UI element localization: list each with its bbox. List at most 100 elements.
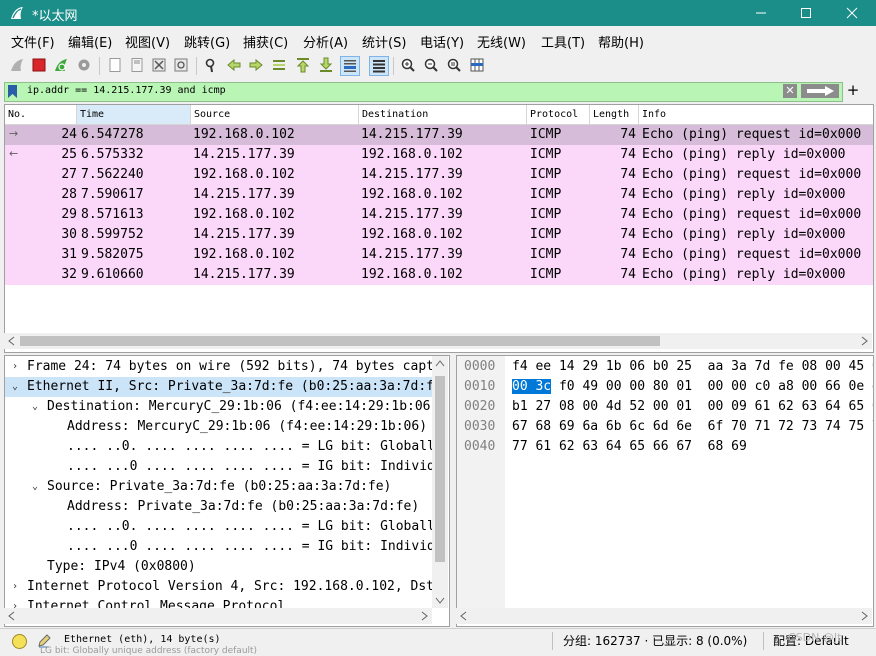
expert-info-icon[interactable] bbox=[12, 634, 27, 649]
detail-tree-item[interactable]: .... ..0. .... .... .... .... = LG bit: … bbox=[5, 517, 433, 537]
chevron-down-icon[interactable]: ⌄ bbox=[10, 377, 20, 397]
go-forward-button[interactable] bbox=[247, 56, 265, 74]
packet-row[interactable]: 32 9.610660 14.215.177.39 192.168.0.102 ICMP… bbox=[5, 265, 873, 285]
detail-tree-item[interactable]: Address: MercuryC_29:1b:06 (f4:ee:14:29:… bbox=[5, 417, 433, 437]
stop-capture-button[interactable] bbox=[30, 56, 48, 74]
display-filter-input[interactable]: ip.addr == 14.215.177.39 and icmp bbox=[27, 85, 226, 96]
detail-tree-item[interactable]: Type: IPv4 (0x0800) bbox=[5, 557, 433, 577]
add-filter-button[interactable]: + bbox=[846, 82, 860, 100]
resize-columns-button[interactable] bbox=[468, 56, 486, 74]
hex-bytes: 00 3c f0 49 00 00 80 01 00 00 c0 a8 00 6… bbox=[512, 377, 873, 397]
menu-telephony[interactable]: 电话(Y) bbox=[420, 32, 464, 51]
scroll-right-icon bbox=[421, 611, 428, 621]
packet-no: 32 bbox=[61, 267, 77, 282]
scrollbar-thumb[interactable] bbox=[20, 336, 660, 346]
detail-tree-item[interactable]: › Internet Protocol Version 4, Src: 192.1… bbox=[5, 577, 433, 597]
zoom-in-button[interactable] bbox=[399, 56, 417, 74]
packet-time: 7.562240 bbox=[81, 167, 144, 182]
packet-length: 74 bbox=[620, 187, 636, 202]
zoom-out-button[interactable] bbox=[422, 56, 440, 74]
colorize-button[interactable] bbox=[369, 56, 389, 76]
scrollbar-thumb[interactable] bbox=[435, 376, 445, 562]
menu-go[interactable]: 跳转(G) bbox=[184, 32, 230, 51]
detail-tree-item[interactable]: › Frame 24: 74 bytes on wire (592 bits), … bbox=[5, 357, 433, 377]
go-to-packet-button[interactable] bbox=[270, 56, 288, 74]
packet-row[interactable]: 24 6.547278 192.168.0.102 14.215.177.39 ICMP… bbox=[5, 125, 873, 145]
packet-length: 74 bbox=[620, 247, 636, 262]
reload-file-button[interactable] bbox=[172, 56, 190, 74]
detail-text: .... ...0 .... .... .... .... = IG bit: … bbox=[67, 539, 433, 554]
column-header-info[interactable]: Info bbox=[639, 105, 873, 124]
detail-text: .... ..0. .... .... .... .... = LG bit: … bbox=[67, 439, 433, 454]
save-file-button[interactable] bbox=[128, 56, 146, 74]
menu-file[interactable]: 文件(F) bbox=[11, 32, 55, 51]
packet-source: 192.168.0.102 bbox=[193, 127, 295, 142]
column-header-destination[interactable]: Destination bbox=[359, 105, 527, 124]
menu-tools[interactable]: 工具(T) bbox=[541, 32, 585, 51]
details-hscrollbar[interactable] bbox=[4, 608, 432, 624]
menu-statistics[interactable]: 统计(S) bbox=[362, 32, 406, 51]
menu-help[interactable]: 帮助(H) bbox=[598, 32, 644, 51]
first-packet-icon bbox=[296, 58, 310, 73]
chevron-right-icon[interactable]: › bbox=[10, 577, 20, 597]
filter-bookmark-icon[interactable] bbox=[8, 85, 17, 98]
go-back-button[interactable] bbox=[225, 56, 243, 74]
packet-row[interactable]: 31 9.582075 192.168.0.102 14.215.177.39 ICMP… bbox=[5, 245, 873, 265]
menu-analyze[interactable]: 分析(A) bbox=[303, 32, 348, 51]
close-file-button[interactable] bbox=[150, 56, 168, 74]
chevron-right-icon[interactable]: › bbox=[10, 357, 20, 377]
restart-capture-button[interactable] bbox=[52, 56, 70, 74]
close-button[interactable] bbox=[829, 0, 875, 26]
packet-list-hscrollbar[interactable] bbox=[4, 333, 872, 349]
start-capture-button[interactable] bbox=[8, 56, 26, 74]
chevron-down-icon[interactable]: ⌄ bbox=[30, 397, 40, 417]
packet-row[interactable]: 27 7.562240 192.168.0.102 14.215.177.39 ICMP… bbox=[5, 165, 873, 185]
column-header-source[interactable]: Source bbox=[191, 105, 359, 124]
bytes-hscrollbar[interactable] bbox=[456, 608, 872, 624]
detail-tree-item[interactable]: ⌄ Source: Private_3a:7d:fe (b0:25:aa:3a:7… bbox=[5, 477, 433, 497]
maximize-button[interactable] bbox=[783, 0, 829, 26]
find-packet-button[interactable] bbox=[202, 56, 220, 74]
packet-source: 192.168.0.102 bbox=[193, 207, 295, 222]
menu-edit[interactable]: 编辑(E) bbox=[68, 32, 112, 51]
detail-tree-item[interactable]: .... ...0 .... .... .... .... = IG bit: … bbox=[5, 457, 433, 477]
zoom-normal-button[interactable] bbox=[445, 56, 463, 74]
chevron-down-icon[interactable]: ⌄ bbox=[30, 477, 40, 497]
packet-info: Echo (ping) reply id=0x000 bbox=[642, 187, 846, 202]
detail-tree-item[interactable]: Address: Private_3a:7d:fe (b0:25:aa:3a:7… bbox=[5, 497, 433, 517]
packet-row[interactable]: 28 7.590617 14.215.177.39 192.168.0.102 ICMP… bbox=[5, 185, 873, 205]
capture-options-button[interactable] bbox=[75, 56, 93, 74]
packet-row[interactable]: 30 8.599752 14.215.177.39 192.168.0.102 ICMP… bbox=[5, 225, 873, 245]
column-header-no[interactable]: No. bbox=[5, 105, 77, 124]
go-forward-icon bbox=[249, 58, 263, 72]
apply-filter-button[interactable] bbox=[801, 84, 839, 98]
column-header-time[interactable]: Time bbox=[77, 105, 191, 124]
close-file-icon bbox=[152, 58, 166, 72]
clear-filter-button[interactable]: ✕ bbox=[783, 84, 797, 98]
open-file-button[interactable] bbox=[106, 56, 124, 74]
details-vscrollbar[interactable] bbox=[432, 356, 448, 608]
minimize-icon bbox=[756, 12, 766, 14]
detail-tree-item[interactable]: ⌄ Ethernet II, Src: Private_3a:7d:fe (b0:… bbox=[5, 377, 433, 397]
column-header-protocol[interactable]: Protocol bbox=[527, 105, 590, 124]
menu-capture[interactable]: 捕获(C) bbox=[243, 32, 288, 51]
packet-length: 74 bbox=[620, 207, 636, 222]
packet-no: 27 bbox=[61, 167, 77, 182]
detail-tree-item[interactable]: ⌄ Destination: MercuryC_29:1b:06 (f4:ee:1… bbox=[5, 397, 433, 417]
detail-text: Source: Private_3a:7d:fe (b0:25:aa:3a:7d… bbox=[47, 479, 392, 494]
packet-no: 25 bbox=[61, 147, 77, 162]
packet-source: 14.215.177.39 bbox=[193, 187, 295, 202]
last-packet-button[interactable] bbox=[317, 56, 335, 74]
minimize-button[interactable] bbox=[738, 0, 784, 26]
column-header-length[interactable]: Length bbox=[590, 105, 639, 124]
packet-row[interactable]: 29 8.571613 192.168.0.102 14.215.177.39 ICMP… bbox=[5, 205, 873, 225]
packet-row[interactable]: 25 6.575332 14.215.177.39 192.168.0.102 ICMP… bbox=[5, 145, 873, 165]
packet-length: 74 bbox=[620, 127, 636, 142]
detail-tree-item[interactable]: .... ...0 .... .... .... .... = IG bit: … bbox=[5, 537, 433, 557]
detail-tree-item[interactable]: .... ..0. .... .... .... .... = LG bit: … bbox=[5, 437, 433, 457]
menu-view[interactable]: 视图(V) bbox=[125, 32, 170, 51]
packet-length: 74 bbox=[620, 167, 636, 182]
first-packet-button[interactable] bbox=[294, 56, 312, 74]
menu-wireless[interactable]: 无线(W) bbox=[477, 32, 526, 51]
auto-scroll-button[interactable] bbox=[340, 56, 360, 76]
